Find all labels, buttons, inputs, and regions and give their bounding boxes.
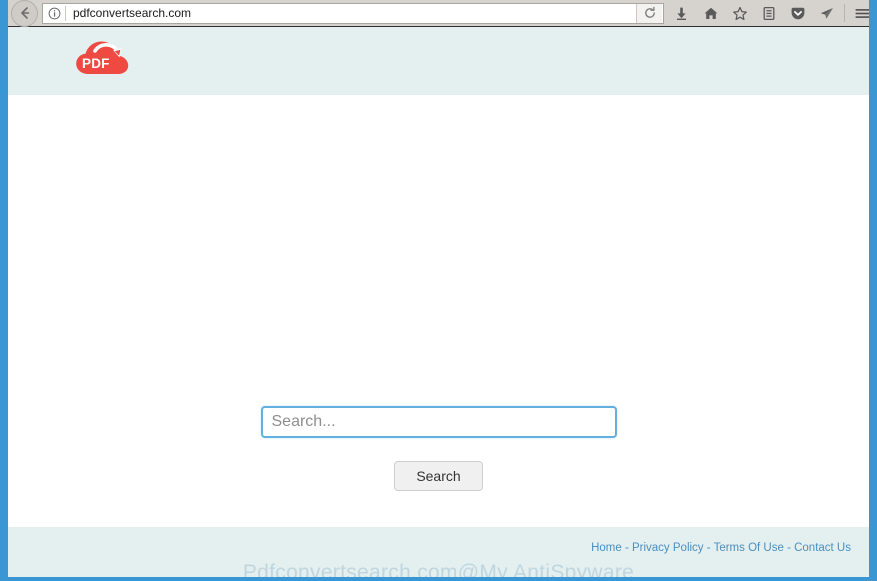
site-footer: Home - Privacy Policy - Terms Of Use - C… xyxy=(8,527,869,581)
back-button[interactable] xyxy=(11,0,38,27)
home-icon[interactable] xyxy=(696,0,725,27)
site-body: Search Convert PDF Files to Other Format… xyxy=(8,95,869,556)
pocket-icon[interactable] xyxy=(783,0,812,27)
url-text: pdfconvertsearch.com xyxy=(73,6,192,20)
search-input[interactable] xyxy=(260,406,617,438)
footer-links: Home - Privacy Policy - Terms Of Use - C… xyxy=(591,542,851,554)
footer-separator: - xyxy=(783,542,795,554)
window-frame-bottom-edge xyxy=(0,577,877,581)
address-bar[interactable]: pdfconvertsearch.com xyxy=(42,2,664,24)
toolbar-separator xyxy=(844,4,845,22)
search-field-container xyxy=(8,406,869,438)
site-header: PDF xyxy=(8,27,869,95)
footer-link-privacy-policy[interactable]: Privacy Policy xyxy=(632,542,704,554)
footer-separator: - xyxy=(703,542,714,554)
svg-text:PDF: PDF xyxy=(82,56,110,71)
search-button-container: Search xyxy=(8,461,869,491)
reload-icon[interactable] xyxy=(636,3,662,23)
page-viewport: PDF Search Convert PDF Files to Other Fo… xyxy=(8,27,869,581)
browser-toolbar: pdfconvertsearch.com xyxy=(0,0,877,27)
window-frame-right-edge xyxy=(869,0,877,581)
pdf-cloud-download-logo[interactable]: PDF xyxy=(74,35,136,79)
footer-link-contact-us[interactable]: Contact Us xyxy=(794,542,851,554)
info-icon[interactable] xyxy=(43,4,65,23)
footer-separator: - xyxy=(621,542,632,554)
library-icon[interactable] xyxy=(754,0,783,27)
window-frame-left-edge xyxy=(0,0,8,581)
footer-link-terms-of-use[interactable]: Terms Of Use xyxy=(714,542,784,554)
send-tab-icon[interactable] xyxy=(812,0,841,27)
downloads-icon[interactable] xyxy=(667,0,696,27)
browser-toolbar-icons xyxy=(667,0,877,27)
back-arrow-icon xyxy=(20,7,29,19)
footer-link-home[interactable]: Home xyxy=(591,542,622,554)
bookmark-star-icon[interactable] xyxy=(725,0,754,27)
search-button[interactable]: Search xyxy=(394,461,483,491)
